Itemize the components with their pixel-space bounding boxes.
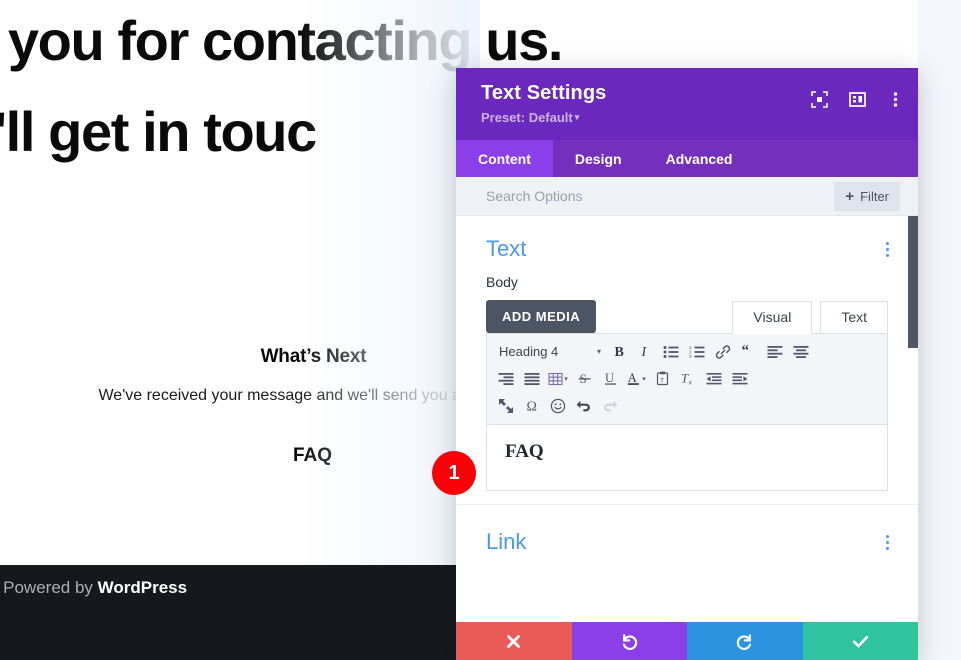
modal-scrollbar-thumb[interactable] — [908, 216, 918, 348]
tab-design[interactable]: Design — [553, 140, 644, 177]
link-icon[interactable] — [710, 339, 736, 364]
search-options-bar: + Filter — [456, 177, 918, 216]
text-settings-modal: Text Settings Preset: Default ▾ Content D… — [456, 68, 918, 660]
header-icon-group — [810, 90, 904, 108]
modal-body: Text Body ADD MEDIA Visual Text Heading … — [456, 216, 918, 622]
fullscreen-icon[interactable] — [493, 393, 519, 418]
editor-toolbar-row-3: Ω — [493, 392, 881, 419]
preset-selector[interactable]: Preset: Default ▾ — [481, 110, 900, 125]
undo-icon[interactable] — [571, 393, 597, 418]
bold-icon[interactable]: B — [606, 339, 632, 364]
filter-button-label: Filter — [860, 189, 889, 204]
close-icon — [507, 634, 521, 648]
focus-target-icon[interactable] — [810, 90, 828, 108]
link-section-header: Link — [456, 505, 918, 555]
layout-panel-icon[interactable] — [848, 90, 866, 108]
editor-toolbar-row-2: ▾ S U A ▾ T — [493, 365, 881, 392]
filter-button[interactable]: + Filter — [834, 182, 900, 211]
italic-icon[interactable]: I — [632, 339, 658, 364]
editor-toolbar: Heading 4 ▾ B I 123 “ ▾ U A ▾ T T x Ω — [487, 334, 887, 425]
editor-mode-tabs: Visual Text — [732, 300, 888, 334]
modal-scrollbar-track[interactable] — [908, 216, 918, 622]
screenshot-root: k you for contacting us. e'll get in tou… — [0, 0, 961, 660]
preset-caret-icon: ▾ — [574, 112, 580, 122]
modal-header: Text Settings Preset: Default ▾ — [456, 68, 918, 140]
checkmark-icon — [852, 635, 868, 647]
text-section-kebab-icon[interactable] — [882, 238, 893, 261]
body-field-label: Body — [486, 274, 518, 290]
add-media-button[interactable]: ADD MEDIA — [486, 300, 597, 333]
link-section-kebab-icon[interactable] — [882, 531, 893, 554]
kebab-menu-icon[interactable] — [886, 90, 904, 108]
align-right-icon[interactable] — [493, 366, 519, 391]
svg-text:U: U — [605, 371, 614, 385]
tab-text[interactable]: Text — [820, 301, 888, 334]
align-left-icon[interactable] — [762, 339, 788, 364]
clear-formatting-icon[interactable]: Tx — [675, 366, 701, 391]
editor-toolbar-row-1: Heading 4 ▾ B I 123 “ — [493, 338, 881, 365]
svg-text:Ω: Ω — [526, 400, 536, 414]
cancel-button[interactable] — [456, 622, 572, 660]
footer-credit: | Powered by WordPress — [0, 578, 187, 598]
special-character-icon[interactable]: Ω — [519, 393, 545, 418]
text-section-title: Text — [486, 236, 527, 261]
chevron-down-icon: ▾ — [596, 347, 601, 356]
redo-button[interactable] — [687, 622, 803, 660]
table-icon[interactable]: ▾ — [545, 366, 571, 391]
svg-text:3: 3 — [689, 354, 692, 359]
annotation-step-badge: 1 — [432, 451, 476, 495]
link-section: Link — [456, 504, 918, 555]
undo-button[interactable] — [571, 622, 687, 660]
editor-content-area[interactable]: FAQ — [487, 425, 887, 490]
tab-advanced[interactable]: Advanced — [644, 140, 755, 177]
svg-text:x: x — [689, 380, 693, 386]
paste-as-text-icon[interactable]: T — [649, 366, 675, 391]
svg-text:T: T — [660, 377, 664, 384]
preset-label: Preset: Default — [481, 110, 573, 125]
emoji-icon[interactable] — [545, 393, 571, 418]
modal-tab-bar: Content Design Advanced — [456, 140, 918, 177]
align-justify-icon[interactable] — [519, 366, 545, 391]
footer-credit-prefix: | Powered by — [0, 578, 98, 597]
text-color-icon[interactable]: A ▾ — [623, 366, 649, 391]
bulleted-list-icon[interactable] — [658, 339, 684, 364]
save-button[interactable] — [802, 622, 918, 660]
indent-icon[interactable] — [727, 366, 753, 391]
redo-icon[interactable] — [597, 393, 623, 418]
redo-icon — [737, 633, 752, 650]
right-gutter — [918, 0, 961, 660]
format-select-value: Heading 4 — [499, 344, 559, 359]
svg-text:I: I — [640, 345, 647, 359]
rich-text-editor: Heading 4 ▾ B I 123 “ ▾ U A ▾ T T x Ω FA… — [486, 333, 888, 491]
modal-action-bar — [456, 622, 918, 660]
underline-icon[interactable]: U — [597, 366, 623, 391]
undo-icon — [622, 633, 637, 650]
chevron-down-icon: ▾ — [642, 375, 646, 383]
chevron-down-icon: ▾ — [564, 375, 568, 383]
editor-heading-text: FAQ — [505, 441, 544, 462]
blockquote-icon[interactable]: “ — [736, 339, 762, 364]
svg-text:B: B — [614, 345, 623, 359]
link-section-title: Link — [486, 529, 527, 554]
svg-text:A: A — [628, 371, 637, 385]
editor-top-row: ADD MEDIA Visual Text — [456, 290, 918, 334]
tab-content[interactable]: Content — [456, 140, 553, 177]
strikethrough-icon[interactable]: S — [571, 366, 597, 391]
text-section-header: Text — [456, 216, 918, 262]
svg-text:“: “ — [742, 345, 750, 359]
footer-credit-brand: WordPress — [97, 578, 188, 597]
format-select[interactable]: Heading 4 ▾ — [493, 339, 606, 364]
align-center-icon[interactable] — [788, 339, 814, 364]
tab-visual[interactable]: Visual — [732, 301, 813, 334]
plus-icon: + — [845, 188, 855, 205]
outdent-icon[interactable] — [701, 366, 727, 391]
numbered-list-icon[interactable]: 123 — [684, 339, 710, 364]
